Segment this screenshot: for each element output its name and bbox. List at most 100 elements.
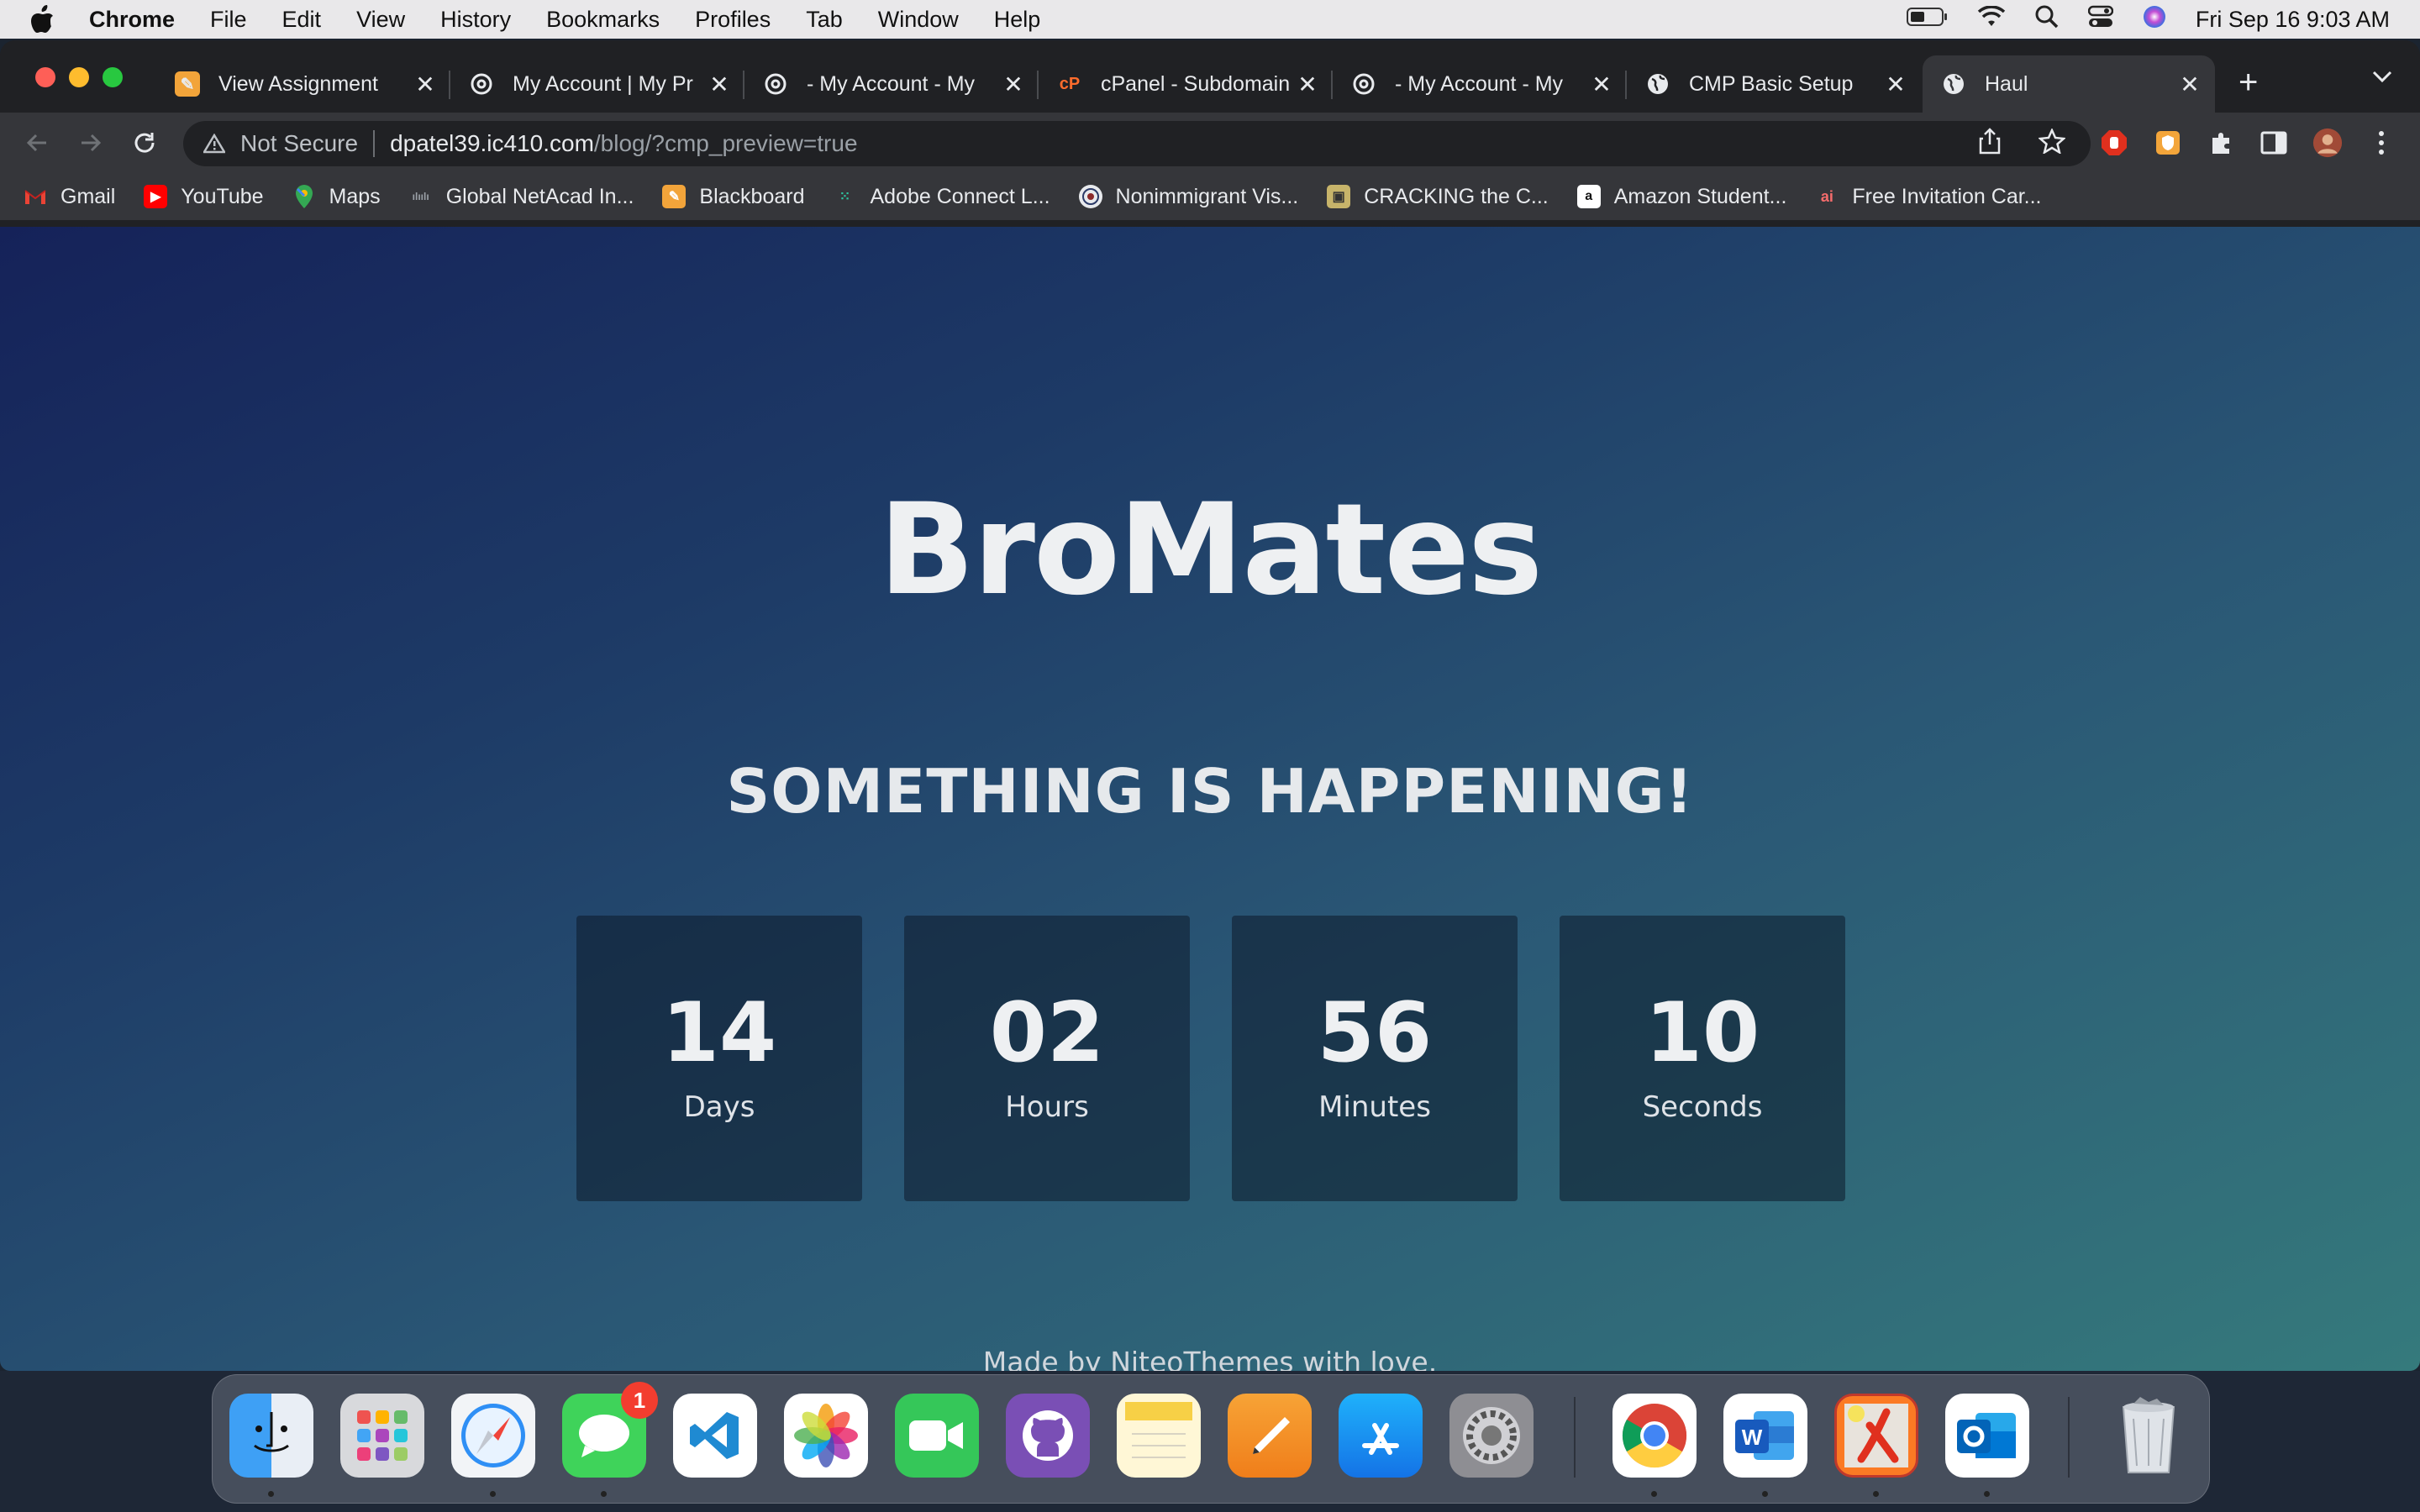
bookmark-free-invitation[interactable]: ai Free Invitation Car... [1815, 185, 2042, 209]
close-window-button[interactable] [35, 67, 55, 87]
bookmark-star-icon[interactable] [2037, 127, 2067, 160]
dock-separator [2068, 1397, 2070, 1478]
menu-profiles[interactable]: Profiles [695, 7, 771, 33]
address-bar[interactable]: Not Secure dpatel39.ic410.com/blog/?cmp_… [183, 121, 2091, 166]
close-tab-icon[interactable]: ✕ [1000, 71, 1027, 98]
menubar-clock[interactable]: Fri Sep 16 9:03 AM [2196, 7, 2390, 33]
messages-icon[interactable]: 1 [562, 1382, 658, 1478]
menu-app-chrome[interactable]: Chrome [89, 7, 175, 33]
facetime-icon[interactable] [895, 1394, 979, 1478]
spotlight-search-icon[interactable] [2034, 4, 2060, 35]
new-tab-icon[interactable]: + [2238, 66, 2258, 99]
launchpad-icon[interactable] [340, 1394, 424, 1478]
close-tab-icon[interactable]: ✕ [1294, 71, 1321, 98]
reload-icon[interactable] [129, 128, 160, 158]
xampp-icon[interactable] [1834, 1394, 1918, 1478]
close-tab-icon[interactable]: ✕ [412, 71, 439, 98]
minimize-window-button[interactable] [69, 67, 89, 87]
globe-icon [1645, 71, 1670, 97]
bookmark-netacad[interactable]: ılıılı Global NetAcad In... [409, 185, 634, 209]
running-indicator [1984, 1491, 1990, 1497]
chrome-menu-kebab-icon[interactable] [2366, 128, 2396, 158]
close-tab-icon[interactable]: ✕ [1588, 71, 1615, 98]
back-arrow-icon[interactable] [22, 128, 52, 158]
tab-cmp-basic-setup[interactable]: CMP Basic Setup ✕ [1627, 55, 1921, 113]
tab-title: - My Account - My [1395, 71, 1564, 96]
apple-icon[interactable] [30, 5, 64, 34]
menu-window[interactable]: Window [878, 7, 959, 33]
cpanel-icon: cP [1059, 74, 1081, 93]
app-store-icon[interactable] [1339, 1394, 1423, 1478]
invitation-icon: ai [1820, 187, 1833, 205]
wifi-icon[interactable] [1977, 4, 2006, 34]
tab-search-chevron-icon[interactable] [2371, 69, 2393, 88]
close-tab-icon[interactable]: ✕ [706, 71, 733, 98]
bookmark-youtube[interactable]: ▶ YouTube [144, 185, 264, 209]
bookmark-maps[interactable]: Maps [292, 185, 381, 209]
tab-view-assignment[interactable]: ✎ View Assignment ✕ [156, 55, 450, 113]
tab-title: - My Account - My [807, 71, 976, 96]
forward-arrow-icon[interactable] [76, 128, 106, 158]
globe-icon [1941, 71, 1966, 97]
bookmark-gmail[interactable]: Gmail [24, 185, 115, 209]
control-center-icon[interactable] [2087, 5, 2114, 34]
messages-badge: 1 [621, 1382, 658, 1419]
system-preferences-icon[interactable] [1449, 1394, 1534, 1478]
tab-cpanel[interactable]: cP cPanel - Subdomain ✕ [1039, 55, 1333, 113]
cisco-icon: ılıılı [412, 191, 429, 202]
status-area: Fri Sep 16 9:03 AM [1906, 0, 2390, 39]
bookmark-adobe-connect[interactable]: ⁙ Adobe Connect L... [834, 185, 1050, 209]
menu-view[interactable]: View [356, 7, 405, 33]
bookmark-amazon-student[interactable]: a Amazon Student... [1576, 184, 1787, 209]
battery-icon[interactable] [1906, 7, 1949, 33]
tab-my-account-1[interactable]: My Account | My Pr ✕ [450, 55, 744, 113]
bookmark-nonimmigrant-visa[interactable]: Nonimmigrant Vis... [1078, 184, 1299, 209]
tab-haul-active[interactable]: Haul ✕ [1923, 55, 2215, 113]
finder-icon[interactable] [229, 1394, 313, 1478]
tab-my-account-3[interactable]: - My Account - My ✕ [1333, 55, 1627, 113]
bookmark-label: Amazon Student... [1613, 184, 1787, 208]
photos-icon[interactable] [784, 1394, 868, 1478]
side-panel-icon[interactable] [2259, 128, 2289, 158]
adblock-extension-icon[interactable] [2099, 128, 2129, 158]
notes-icon[interactable] [1117, 1394, 1201, 1478]
bookmark-blackboard[interactable]: ✎ Blackboard [662, 185, 805, 209]
pages-icon[interactable] [1228, 1394, 1312, 1478]
bookmark-cracking[interactable]: ▣ CRACKING the C... [1327, 185, 1549, 209]
warning-triangle-icon[interactable] [203, 134, 225, 154]
github-desktop-icon[interactable] [1006, 1394, 1090, 1478]
word-icon[interactable]: W [1723, 1394, 1807, 1478]
url-path: /blog/?cmp_preview=true [593, 130, 858, 156]
countdown-value: 10 [1644, 985, 1760, 1081]
chrome-icon[interactable] [1612, 1394, 1697, 1478]
niteothemes-link[interactable]: NiteoThemes [1110, 1346, 1293, 1371]
safari-icon[interactable] [451, 1394, 535, 1478]
extensions-puzzle-icon[interactable] [2207, 128, 2237, 158]
tab-my-account-2[interactable]: - My Account - My ✕ [744, 55, 1039, 113]
account-icon [469, 71, 494, 97]
menu-file[interactable]: File [210, 7, 247, 33]
vscode-icon[interactable] [673, 1394, 757, 1478]
menu-help[interactable]: Help [994, 7, 1041, 33]
close-tab-icon[interactable]: ✕ [1882, 71, 1909, 98]
bookmarks-bar: Gmail ▶ YouTube Maps ılıılı Global NetAc… [0, 173, 2420, 220]
share-icon[interactable] [1978, 127, 2002, 160]
trash-icon[interactable] [2107, 1394, 2191, 1478]
menu-edit[interactable]: Edit [282, 7, 322, 33]
siri-icon[interactable] [2142, 4, 2167, 35]
close-tab-icon[interactable]: ✕ [2176, 71, 2203, 98]
shield-extension-icon[interactable] [2153, 128, 2183, 158]
menu-history[interactable]: History [440, 7, 511, 33]
bookmark-label: Nonimmigrant Vis... [1115, 184, 1299, 208]
not-secure-label[interactable]: Not Secure [240, 130, 358, 157]
running-indicator [1651, 1491, 1657, 1497]
menu-bookmarks[interactable]: Bookmarks [546, 7, 660, 33]
tab-title: CMP Basic Setup [1689, 71, 1854, 96]
menu-tab[interactable]: Tab [806, 7, 843, 33]
profile-avatar[interactable] [2312, 128, 2343, 158]
page-viewport: BroMates SOMETHING IS HAPPENING! 14 Days… [0, 227, 2420, 1371]
countdown-label: Seconds [1642, 1090, 1763, 1124]
zoom-window-button[interactable] [103, 67, 123, 87]
outlook-icon[interactable] [1945, 1394, 2029, 1478]
gmail-icon [24, 185, 47, 208]
